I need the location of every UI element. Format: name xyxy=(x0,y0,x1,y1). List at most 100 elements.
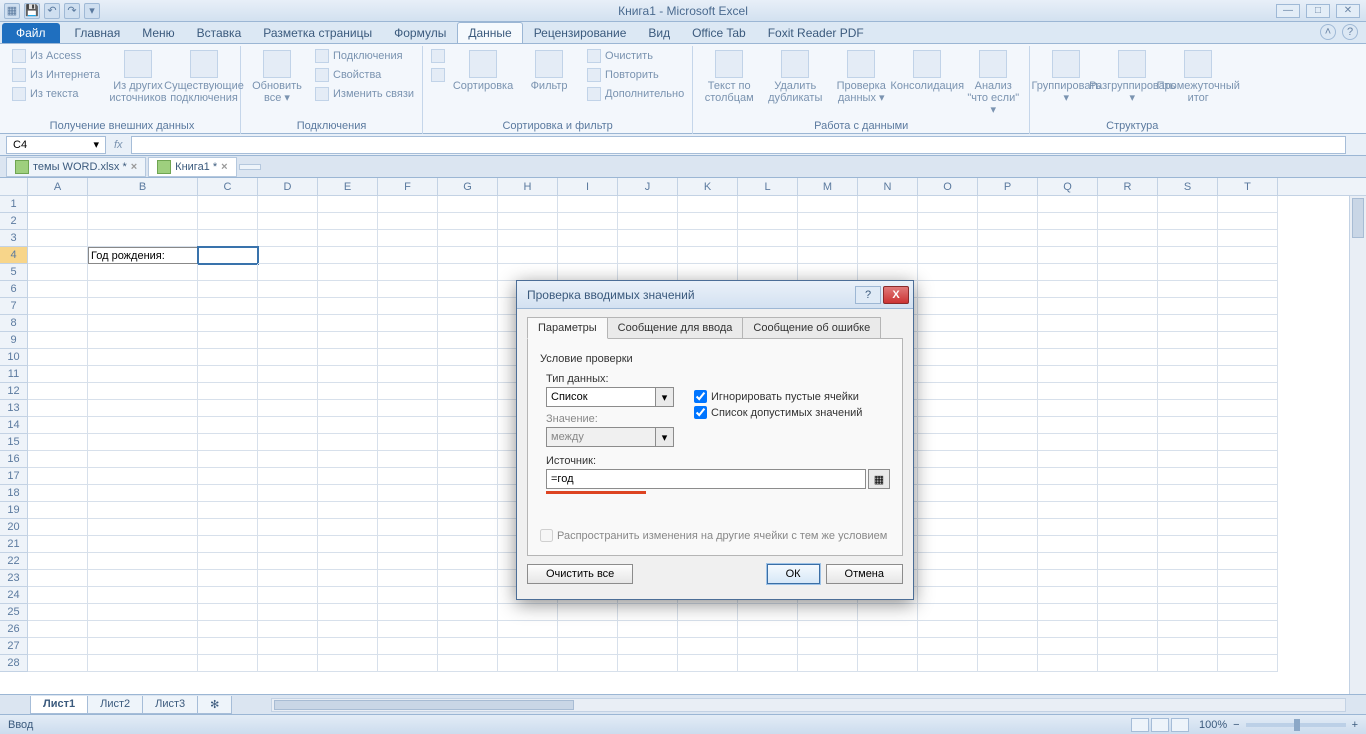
cell[interactable] xyxy=(88,400,198,417)
cell[interactable] xyxy=(318,349,378,366)
horizontal-scrollbar[interactable] xyxy=(271,698,1346,712)
cell[interactable] xyxy=(978,519,1038,536)
cell[interactable] xyxy=(378,655,438,672)
cell[interactable] xyxy=(918,264,978,281)
ribbon-tab-главная[interactable]: Главная xyxy=(64,22,132,43)
cell[interactable] xyxy=(498,264,558,281)
column-header[interactable]: G xyxy=(438,178,498,195)
cell[interactable] xyxy=(1098,638,1158,655)
text-to-columns-button[interactable]: Текст по столбцам xyxy=(699,48,759,106)
cell[interactable] xyxy=(318,451,378,468)
cell[interactable] xyxy=(1038,638,1098,655)
cell[interactable] xyxy=(978,213,1038,230)
cell[interactable] xyxy=(378,604,438,621)
cell[interactable] xyxy=(1098,570,1158,587)
cell[interactable] xyxy=(858,655,918,672)
cell[interactable] xyxy=(258,536,318,553)
cell[interactable] xyxy=(258,349,318,366)
page-break-view-button[interactable] xyxy=(1171,718,1189,732)
cell[interactable] xyxy=(918,638,978,655)
row-header[interactable]: 9 xyxy=(0,332,28,349)
cell[interactable] xyxy=(1158,366,1218,383)
cell[interactable] xyxy=(258,332,318,349)
row-header[interactable]: 11 xyxy=(0,366,28,383)
cell[interactable] xyxy=(1098,604,1158,621)
column-header[interactable]: D xyxy=(258,178,318,195)
cell[interactable] xyxy=(1218,434,1278,451)
cell[interactable] xyxy=(378,570,438,587)
cell[interactable] xyxy=(1158,230,1218,247)
cell[interactable] xyxy=(28,298,88,315)
cell[interactable] xyxy=(198,485,258,502)
cell[interactable] xyxy=(438,366,498,383)
cell[interactable] xyxy=(28,655,88,672)
close-button[interactable]: ✕ xyxy=(1336,4,1360,18)
sheet-tab[interactable]: Лист2 xyxy=(87,696,143,714)
cell[interactable] xyxy=(678,264,738,281)
minimize-button[interactable]: — xyxy=(1276,4,1300,18)
cell[interactable] xyxy=(28,349,88,366)
cell[interactable] xyxy=(978,264,1038,281)
ribbon-tab-разметка страницы[interactable]: Разметка страницы xyxy=(252,22,383,43)
cell[interactable] xyxy=(438,451,498,468)
cell[interactable] xyxy=(438,468,498,485)
cell[interactable] xyxy=(678,621,738,638)
sort-button[interactable]: Сортировка xyxy=(453,48,513,94)
cell[interactable] xyxy=(498,604,558,621)
cell[interactable] xyxy=(378,417,438,434)
cell[interactable] xyxy=(318,536,378,553)
cell[interactable] xyxy=(198,247,258,264)
dialog-help-button[interactable]: ? xyxy=(855,286,881,304)
cell[interactable] xyxy=(978,230,1038,247)
chevron-down-icon[interactable]: ▾ xyxy=(93,138,99,151)
row-header[interactable]: 24 xyxy=(0,587,28,604)
cell[interactable] xyxy=(1098,519,1158,536)
ribbon-tab-foxit reader pdf[interactable]: Foxit Reader PDF xyxy=(757,22,875,43)
properties-button[interactable]: Свойства xyxy=(313,67,416,83)
cell[interactable] xyxy=(1158,196,1218,213)
cell[interactable] xyxy=(378,315,438,332)
cell[interactable] xyxy=(258,400,318,417)
cell[interactable] xyxy=(918,621,978,638)
cell[interactable] xyxy=(258,230,318,247)
cell[interactable] xyxy=(1218,400,1278,417)
column-header[interactable]: H xyxy=(498,178,558,195)
cell[interactable] xyxy=(88,621,198,638)
cell[interactable] xyxy=(498,621,558,638)
cell[interactable] xyxy=(978,315,1038,332)
cell[interactable] xyxy=(918,400,978,417)
cell[interactable] xyxy=(1158,400,1218,417)
cell[interactable] xyxy=(378,349,438,366)
cell[interactable] xyxy=(378,230,438,247)
cell[interactable] xyxy=(28,196,88,213)
cell[interactable] xyxy=(918,587,978,604)
cell[interactable] xyxy=(1218,655,1278,672)
cell[interactable] xyxy=(918,196,978,213)
from-access-button[interactable]: Из Access xyxy=(10,48,102,64)
cell[interactable] xyxy=(858,230,918,247)
cell[interactable] xyxy=(438,315,498,332)
cell[interactable] xyxy=(1158,655,1218,672)
cell[interactable] xyxy=(1218,281,1278,298)
cell[interactable] xyxy=(318,332,378,349)
cell[interactable] xyxy=(1218,468,1278,485)
clear-filter-button[interactable]: Очистить xyxy=(585,48,686,64)
cell[interactable] xyxy=(198,298,258,315)
cell[interactable] xyxy=(378,468,438,485)
cell[interactable] xyxy=(738,638,798,655)
cell[interactable] xyxy=(738,264,798,281)
cell[interactable] xyxy=(1218,570,1278,587)
cell[interactable] xyxy=(198,264,258,281)
cell[interactable] xyxy=(558,621,618,638)
cell[interactable] xyxy=(918,315,978,332)
cell[interactable] xyxy=(1218,196,1278,213)
cell[interactable] xyxy=(318,604,378,621)
cell[interactable] xyxy=(318,366,378,383)
cell[interactable] xyxy=(1218,230,1278,247)
cell[interactable] xyxy=(618,655,678,672)
cell[interactable] xyxy=(318,417,378,434)
row-header[interactable]: 5 xyxy=(0,264,28,281)
column-header[interactable]: O xyxy=(918,178,978,195)
cell[interactable] xyxy=(918,553,978,570)
row-header[interactable]: 18 xyxy=(0,485,28,502)
